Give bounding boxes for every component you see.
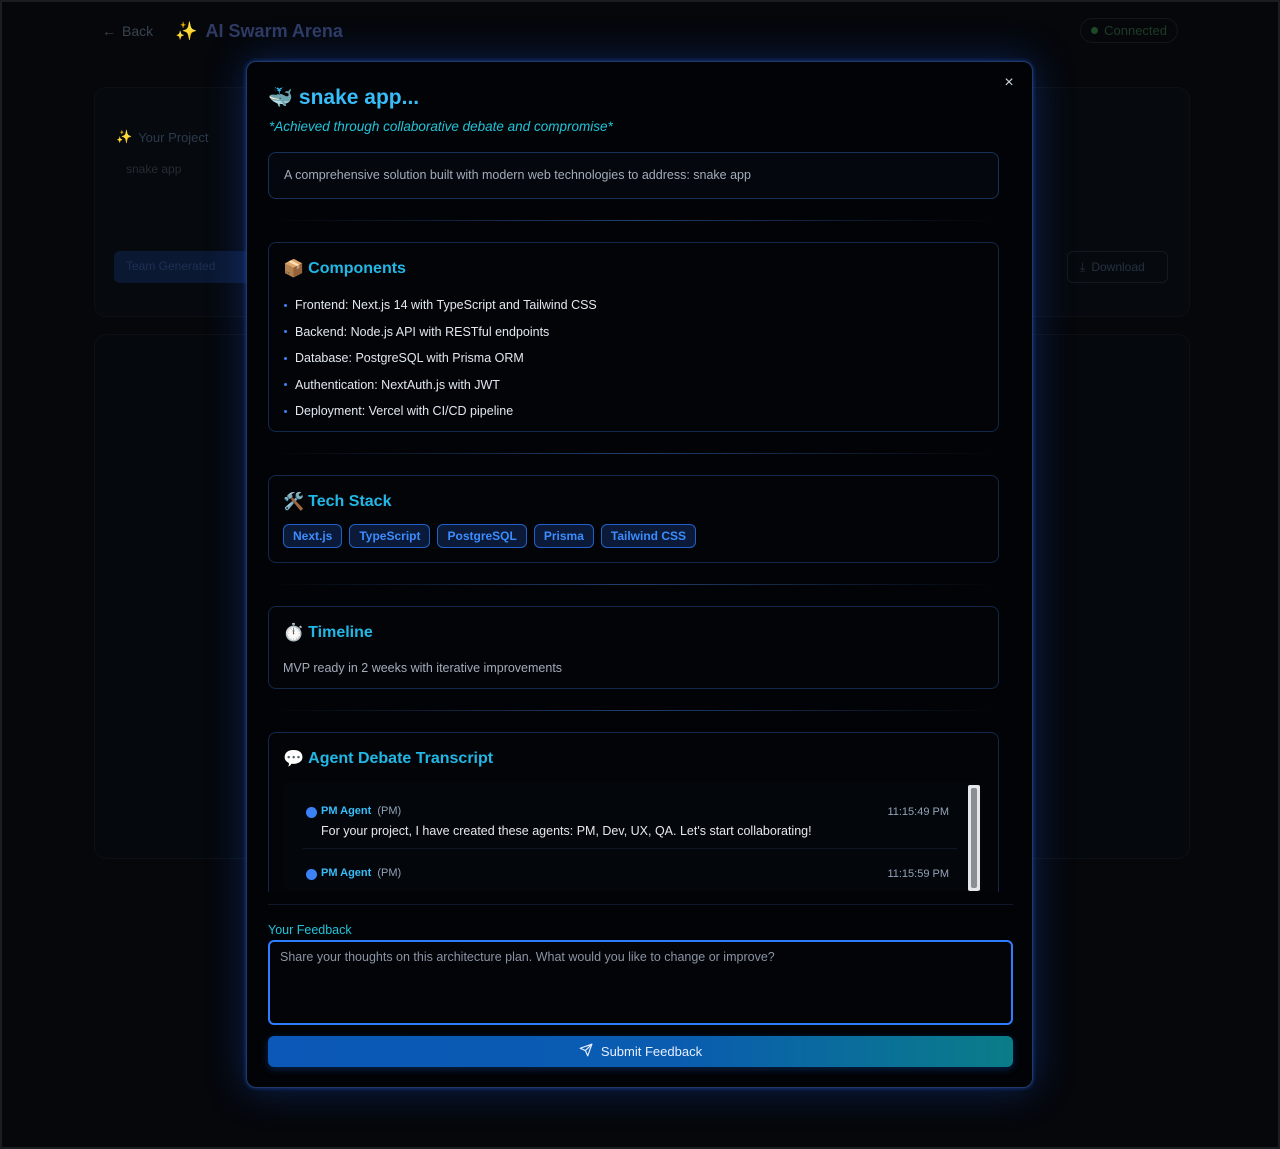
sparkles-icon: ✨ [175,20,198,41]
project-label: ✨ Your Project [116,129,209,145]
transcript-heading: 💬 Agent Debate Transcript [283,749,494,768]
timeline-heading: ⏱️ Timeline [283,623,373,642]
components-heading: 📦 Components [283,259,406,278]
message-time: 11:15:59 PM [887,868,949,880]
tools-icon: 🛠️ [283,492,305,511]
modal-title: 🐳 snake app... [268,85,419,110]
divider [268,710,999,711]
feedback-label: Your Feedback [268,923,352,937]
close-button[interactable]: × [1000,74,1018,92]
download-icon: ⤓ [1080,259,1086,274]
tech-stack-section: 🛠️ Tech Stack Next.js TypeScript Postgre… [268,475,999,563]
tech-tag: Prisma [533,524,594,548]
message-text: For your project, I have created these a… [321,824,812,838]
send-icon [579,1043,593,1060]
submit-feedback-button[interactable]: Submit Feedback [268,1036,1013,1067]
tech-tag: Next.js [283,524,343,548]
app-title: ✨ AI Swarm Arena [175,20,343,41]
transcript-section: 💬 Agent Debate Transcript PM Agent (PM) … [268,732,999,892]
architecture-plan-modal: × 🐳 snake app... *Achieved through colla… [246,61,1033,1088]
tech-tag: Tailwind CSS [600,524,696,548]
list-item: Backend: Node.js API with RESTful endpoi… [283,319,984,346]
list-item: Database: PostgreSQL with Prisma ORM [283,345,984,372]
list-item: Authentication: NextAuth.js with JWT [283,372,984,399]
list-item: Deployment: Vercel with CI/CD pipeline [283,398,984,425]
scrollbar-thumb[interactable] [971,788,977,888]
app-header: ← Back ✨ AI Swarm Arena Connected [102,18,1178,43]
bullet-icon [284,356,287,360]
message-header: PM Agent (PM) [321,867,947,879]
connection-status-badge: Connected [1080,18,1178,43]
divider [268,584,999,585]
agent-dot-icon [306,807,317,818]
back-button[interactable]: ← Back [102,23,153,39]
arrow-left-icon: ← [102,23,116,39]
divider [268,904,1013,905]
agent-dot-icon [306,869,317,880]
components-section: 📦 Components Frontend: Next.js 14 with T… [268,242,999,432]
tech-tag: TypeScript [349,524,431,548]
tech-tag: PostgreSQL [437,524,527,548]
components-list: Frontend: Next.js 14 with TypeScript and… [283,292,984,425]
divider [268,220,999,221]
team-generated-button[interactable]: Team Generated [114,251,254,283]
transcript-message: PM Agent (PM) 11:15:49 PM For your proje… [303,797,957,849]
message-header: PM Agent (PM) [321,805,947,817]
modal-subtitle: *Achieved through collaborative debate a… [269,119,613,134]
divider [268,453,999,454]
sparkles-icon: ✨ [116,129,133,144]
speech-bubble-icon: 💬 [283,749,305,768]
stopwatch-icon: ⏱️ [283,623,305,642]
transcript-scroll-area[interactable]: PM Agent (PM) 11:15:49 PM For your proje… [283,783,983,891]
transcript-message: PM Agent (PM) 11:15:59 PM [303,849,957,889]
tech-tags: Next.js TypeScript PostgreSQL Prisma Tai… [283,524,984,548]
modal-title-text: snake app... [298,85,420,109]
whale-icon: 🐳 [268,87,293,109]
agent-role: (PM) [377,867,402,879]
agent-name: PM Agent [321,805,372,817]
transcript-scrollbar[interactable] [968,785,980,891]
status-dot-icon [1091,27,1099,34]
package-icon: 📦 [283,259,305,278]
list-item: Frontend: Next.js 14 with TypeScript and… [283,292,984,319]
tech-stack-heading: 🛠️ Tech Stack [283,492,392,511]
download-button[interactable]: ⤓ Download [1067,251,1168,283]
bullet-icon [284,383,287,387]
timeline-text: MVP ready in 2 weeks with iterative impr… [283,661,563,675]
transcript-top-spacer [283,783,983,797]
project-input[interactable]: snake app [126,162,181,176]
message-time: 11:15:49 PM [887,806,949,818]
bullet-icon [284,409,287,413]
agent-name: PM Agent [321,867,372,879]
agent-role: (PM) [377,805,402,817]
bullet-icon [284,330,287,334]
bullet-icon [284,303,287,307]
timeline-section: ⏱️ Timeline MVP ready in 2 weeks with it… [268,606,999,689]
solution-description: A comprehensive solution built with mode… [268,152,999,199]
feedback-textarea[interactable] [268,940,1013,1025]
